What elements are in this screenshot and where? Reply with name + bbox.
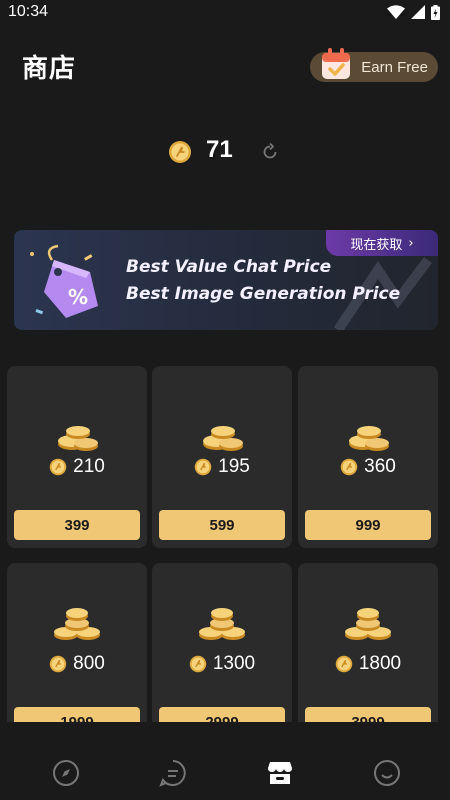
coin-amount-value: 195: [218, 456, 250, 477]
refresh-icon[interactable]: [260, 142, 280, 162]
discount-tag-icon: %: [30, 244, 98, 318]
coin-stack-icon: [203, 426, 243, 451]
status-bar: 10:34: [0, 0, 450, 24]
coin-pile-icon: [345, 608, 391, 640]
get-now-label: 现在获取: [350, 237, 403, 253]
header: 商店 Earn Free: [0, 44, 450, 88]
battery-icon: [431, 4, 440, 20]
coin-icon: [49, 458, 67, 476]
package-card[interactable]: 1800 3999: [298, 563, 438, 745]
coin-icon: [189, 655, 207, 673]
compass-icon[interactable]: [51, 758, 81, 788]
earn-free-label: Earn Free: [361, 58, 428, 76]
coin-stack-icon: [349, 426, 389, 451]
page-title: 商店: [22, 54, 77, 84]
coin-amount-value: 360: [364, 456, 396, 477]
calendar-check-icon: [322, 48, 350, 79]
coin-icon: [340, 458, 358, 476]
coin-icon: [49, 655, 67, 673]
coin-amount: 1800: [298, 653, 438, 675]
package-card[interactable]: 210 399: [7, 366, 147, 548]
smile-icon[interactable]: [372, 758, 402, 788]
status-icons: [387, 4, 440, 20]
earn-free-button[interactable]: Earn Free: [310, 48, 438, 82]
coin-pile-icon: [199, 608, 245, 640]
price-button[interactable]: 599: [159, 510, 285, 540]
coin-amount: 360: [298, 456, 438, 478]
banner-line-2: Best Image Generation Price: [126, 284, 401, 304]
coin-amount: 210: [7, 456, 147, 478]
store-icon[interactable]: [265, 758, 295, 788]
balance-row: 71: [0, 136, 450, 170]
coin-amount: 195: [152, 456, 292, 478]
balance-value: 71: [206, 136, 233, 163]
coin-stack-icon: [58, 426, 98, 451]
package-card[interactable]: 360 999: [298, 366, 438, 548]
price-button[interactable]: 999: [305, 510, 431, 540]
signal-icon: [411, 5, 425, 19]
coin-icon: [194, 458, 212, 476]
package-card[interactable]: 195 599: [152, 366, 292, 548]
banner-line-1: Best Value Chat Price: [126, 257, 332, 277]
coin-pile-icon: [54, 608, 100, 640]
chat-icon[interactable]: [158, 758, 188, 788]
svg-text:%: %: [68, 285, 88, 309]
chevron-right-icon: ›: [408, 235, 414, 251]
promo-banner[interactable]: % Best Value Chat Price Best Image Gener…: [14, 230, 438, 330]
package-card[interactable]: 800 1999: [7, 563, 147, 745]
coin-icon: [169, 141, 191, 163]
coin-amount: 800: [7, 653, 147, 675]
coin-amount: 1300: [152, 653, 292, 675]
status-time: 10:34: [8, 3, 49, 20]
coin-icon: [335, 655, 353, 673]
get-now-button[interactable]: 现在获取 ›: [326, 230, 438, 256]
wifi-icon: [387, 5, 405, 19]
coin-amount-value: 210: [73, 456, 105, 477]
coin-amount-value: 800: [73, 653, 105, 674]
coin-amount-value: 1300: [212, 653, 256, 674]
price-button[interactable]: 399: [14, 510, 140, 540]
bottom-nav: [0, 722, 450, 800]
coin-amount-value: 1800: [358, 653, 402, 674]
package-card[interactable]: 1300 2999: [152, 563, 292, 745]
